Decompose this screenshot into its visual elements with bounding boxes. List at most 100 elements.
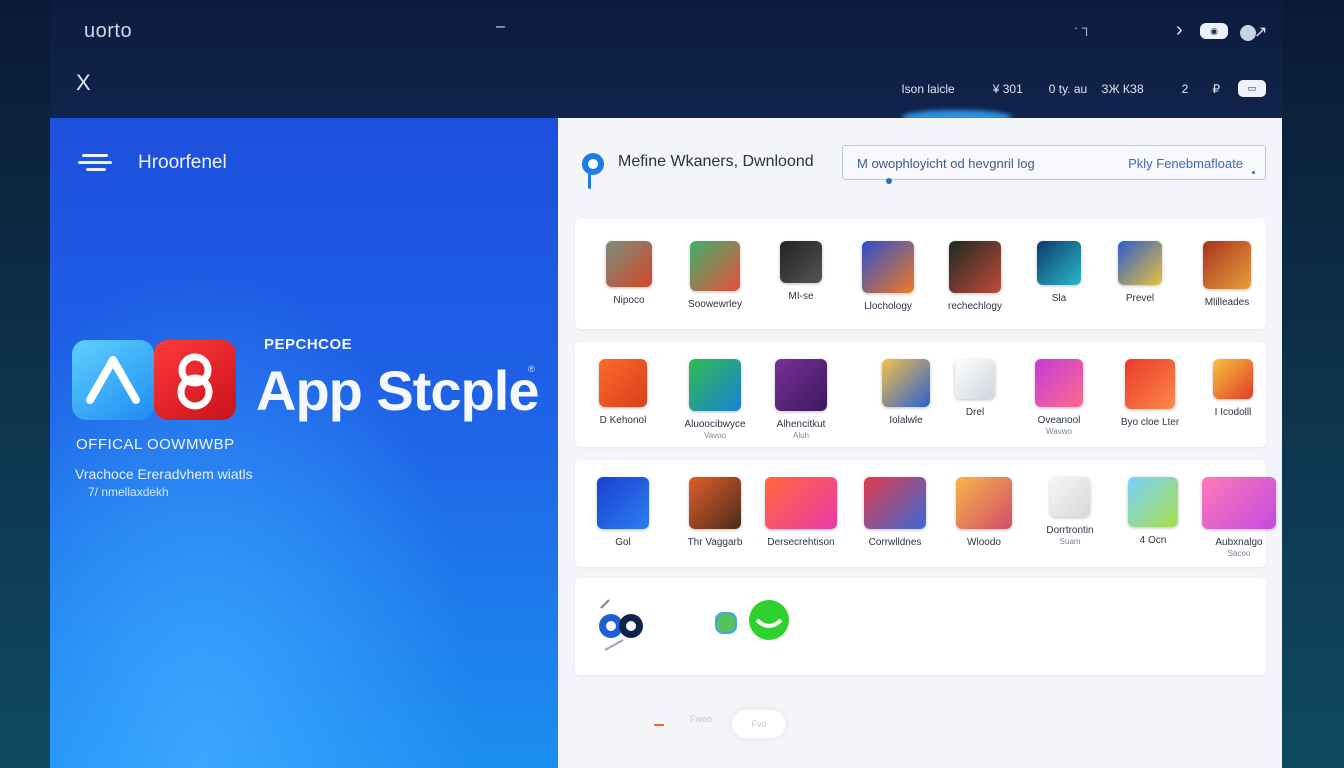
app-tile[interactable]: Llochology: [840, 241, 936, 312]
search-field[interactable]: M owophloyicht od hevgnril log Pkly Fene…: [842, 145, 1266, 180]
app-label: Dorrtrontin: [1046, 525, 1094, 536]
app-tile[interactable]: Prevel: [1092, 241, 1188, 304]
hero-description: Vrachoce Ereradvhem wiatls: [75, 466, 253, 482]
app-label: Drel: [965, 407, 985, 418]
app-label: Aubxnalgo: [1215, 537, 1263, 548]
ghost-app-icon: [955, 359, 995, 399]
nav-item-3[interactable]: 0 ty. au: [1049, 82, 1087, 96]
app-tile[interactable]: Oveanool Wavwo: [1011, 359, 1107, 436]
red-app-icon: [1125, 359, 1175, 409]
app-tile[interactable]: Mlilleades: [1179, 241, 1275, 308]
app-label: Oveanool: [1037, 415, 1081, 426]
app-tile[interactable]: Dersecrehtison: [753, 477, 849, 548]
app-label: Alhencitkut: [776, 419, 826, 430]
app-tile[interactable]: Aubxnalgo Sacoo: [1191, 477, 1282, 558]
app-tile[interactable]: D Kehonol: [575, 359, 671, 426]
app-tile[interactable]: Thr Vaggarb: [667, 477, 763, 548]
app-label: MI-se: [788, 291, 814, 302]
app-sublabel: Vavoo: [703, 431, 727, 440]
hero-brand-title: App Stcple: [256, 359, 539, 422]
app-tile[interactable]: Soowewrley: [667, 241, 763, 310]
minimize-icon[interactable]: –: [496, 18, 505, 36]
app-tile[interactable]: Drel: [927, 359, 1023, 418]
current-page-button[interactable]: Fvo: [732, 710, 786, 738]
prism-app-icon: [1128, 477, 1178, 527]
portrait-app-icon: [949, 241, 1001, 293]
flag-icon[interactable]: ₽: [1212, 82, 1220, 96]
hero-kicker: PEPCHCOE: [264, 336, 353, 353]
adventure-app-icon: [1203, 241, 1251, 289]
nav-item-4[interactable]: ЗЖ КЗ8: [1101, 82, 1143, 96]
app-label: Nipoco: [613, 295, 645, 306]
tool-app-icon: [606, 241, 652, 287]
cursor-dot-icon: [886, 178, 892, 184]
location-pin-icon[interactable]: [582, 153, 604, 189]
app-label: rechechlogy: [948, 301, 1002, 312]
app-tile[interactable]: Dorrtrontin Suam: [1022, 477, 1118, 546]
wallpaper-right: [1282, 0, 1344, 768]
chat-app-icon[interactable]: [711, 598, 791, 642]
app-tile[interactable]: Wloodo: [936, 477, 1032, 548]
app-label: D Kehonol: [599, 415, 647, 426]
dropdown-dot-icon: [1252, 171, 1255, 174]
search-action-link[interactable]: Pkly Fenebmafloate: [1128, 156, 1243, 171]
green-app-icon: [689, 359, 741, 411]
blue-face-app-icon: [882, 359, 930, 407]
camera-app-icon: [597, 477, 649, 529]
app-tile[interactable]: Byo cloe Lter: [1102, 359, 1198, 428]
app-label: Llochology: [864, 301, 912, 312]
purple-app-icon: [775, 359, 827, 411]
yellow-app-icon: [1213, 359, 1253, 399]
app-row-2: D Kehonol Aluoocibwyce Vavoo Alhencitkut Alu…: [575, 342, 1266, 447]
hero-official-label: OFFICAL OOWMWBP: [76, 436, 235, 453]
app-tile[interactable]: MI-se: [753, 241, 849, 302]
app-tile[interactable]: I Icodolll: [1185, 359, 1281, 418]
close-icon[interactable]: X: [76, 70, 91, 96]
app-label: Wloodo: [967, 537, 1001, 548]
app-tile[interactable]: Aluoocibwyce Vavoo: [667, 359, 763, 440]
cartoon-app-icon: [1118, 241, 1162, 285]
wallpaper-left: [0, 0, 50, 768]
app-label: 4 Ocn: [1139, 535, 1167, 546]
app-label: Prevel: [1125, 293, 1155, 304]
nav-item-2[interactable]: ¥ 301: [993, 82, 1023, 96]
menu-icon[interactable]: [78, 152, 112, 172]
app-tile[interactable]: rechechlogy: [927, 241, 1023, 312]
dark-app-icon: [780, 241, 822, 283]
app-label: Gol: [615, 537, 631, 548]
app-label: I Icodolll: [1214, 407, 1252, 418]
search-input[interactable]: M owophloyicht od hevgnril log: [857, 156, 1035, 171]
pagination-label: Fweo: [690, 714, 713, 724]
browser-app-icon[interactable]: [595, 596, 651, 652]
app-label: Mlilleades: [1204, 297, 1250, 308]
notification-count[interactable]: 2: [1182, 82, 1189, 96]
account-pill[interactable]: ◉: [1200, 23, 1228, 39]
app-tile[interactable]: Gol: [575, 477, 671, 548]
app-label: Soowewrley: [688, 299, 742, 310]
app-tile[interactable]: Nipoco: [581, 241, 677, 306]
app-tile[interactable]: Alhencitkut Aluh: [753, 359, 849, 440]
menu-pill[interactable]: ▭: [1238, 80, 1266, 97]
pink-app-icon: [1035, 359, 1083, 407]
app-sublabel: Wavwo: [1046, 427, 1072, 436]
app-label: Thr Vaggarb: [687, 537, 743, 548]
brand-logo-icon: [154, 340, 236, 420]
nav-item-1[interactable]: Ison laicle: [901, 82, 954, 96]
flower-app-icon: [956, 477, 1012, 529]
app-sublabel: Aluh: [792, 431, 809, 440]
prev-indicator[interactable]: [654, 724, 664, 726]
app-tile[interactable]: 4 Ocn: [1105, 477, 1201, 546]
chevron-right-icon[interactable]: ›: [1176, 19, 1183, 42]
app-logo[interactable]: uorto: [84, 20, 132, 43]
gradient-app-icon: [765, 477, 837, 529]
hero-nav-label[interactable]: Hroorfenel: [138, 152, 227, 174]
photo-app-icon: [864, 477, 926, 529]
status-glyph: · ┐: [1074, 20, 1092, 35]
action-app-icon: [862, 241, 914, 293]
top-nav: Ison laicle ¥ 301 0 ty. au ЗЖ КЗ8 2 ₽ ▭: [901, 80, 1266, 97]
theme-toggle[interactable]: ↗: [1240, 22, 1270, 42]
app-row-4: [575, 578, 1266, 675]
orange-app-icon: [599, 359, 647, 407]
text-app-icon: [1050, 477, 1090, 517]
app-tile[interactable]: Corrwlldnes: [847, 477, 943, 548]
